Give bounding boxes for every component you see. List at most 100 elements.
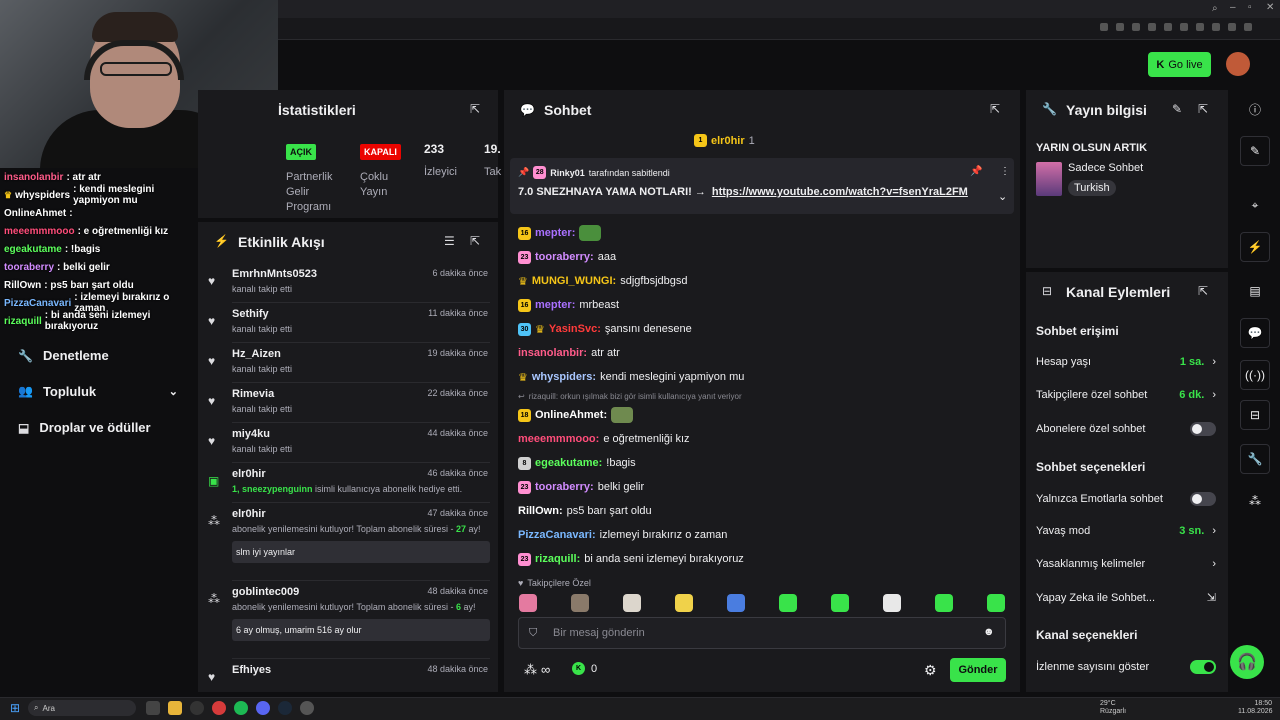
chat-message[interactable]: PizzaCanavari: izlemeyi bırakırız o zaman: [518, 526, 727, 544]
emote-button[interactable]: [571, 594, 589, 612]
info-icon[interactable]: ⓘ: [1240, 94, 1270, 124]
chat-message[interactable]: 18 OnlineAhmet:: [518, 406, 637, 424]
popout-icon[interactable]: ⇱: [1198, 102, 1208, 116]
layout-icon[interactable]: ⊟: [1240, 400, 1270, 430]
emote-button[interactable]: [779, 594, 797, 612]
chat-message[interactable]: RillOwn: ps5 barı şart oldu: [518, 502, 652, 520]
chat-message[interactable]: 23 rizaquill: bi anda seni izlemeyi bırakı…: [518, 550, 744, 568]
chat-message[interactable]: meeemmmooo: e oğretmenliği kız: [518, 430, 690, 448]
emote-button[interactable]: [675, 594, 693, 612]
opera-icon[interactable]: [212, 701, 226, 715]
setting-row[interactable]: Takipçilere özel sohbet 6 dk. ›: [1036, 389, 1216, 401]
setting-row[interactable]: Yapay Zeka ile Sohbet... ⇲: [1036, 591, 1216, 605]
weather-widget[interactable]: 29°C Rüzgarlı: [1100, 700, 1126, 716]
chat-username[interactable]: rizaquill:: [535, 553, 580, 565]
chat-message[interactable]: ♛ whyspiders: kendi meslegini yapmiyon mu: [518, 368, 744, 386]
emoji-icon[interactable]: ☻: [983, 626, 995, 638]
steam-icon[interactable]: [278, 701, 292, 715]
close-icon[interactable]: ✕: [1266, 2, 1274, 13]
chat-username[interactable]: mepter:: [535, 227, 575, 239]
spotify-icon[interactable]: [234, 701, 248, 715]
emote-button[interactable]: [935, 594, 953, 612]
emote-button[interactable]: [727, 594, 745, 612]
emote-button[interactable]: [831, 594, 849, 612]
settings-icon[interactable]: ⚙: [924, 662, 937, 679]
chat-username[interactable]: OnlineAhmet:: [535, 409, 607, 421]
toggle-switch[interactable]: [1190, 422, 1216, 436]
chat-message[interactable]: 23 tooraberry: aaa: [518, 248, 616, 266]
toggle-switch[interactable]: [1190, 492, 1216, 506]
chat-message[interactable]: 16 mepter: mrbeast: [518, 296, 619, 314]
popout-icon[interactable]: ⇱: [1198, 284, 1208, 298]
chat-username[interactable]: PizzaCanavari:: [518, 529, 596, 541]
category-name[interactable]: Sadece Sohbet: [1068, 162, 1143, 174]
setting-row[interactable]: Yavaş mod 3 sn. ›: [1036, 525, 1216, 537]
chat-username[interactable]: tooraberry:: [535, 481, 594, 493]
bolt-icon[interactable]: ⚡: [1240, 232, 1270, 262]
filter-icon[interactable]: ☰: [444, 234, 455, 248]
obs-icon[interactable]: [190, 701, 204, 715]
go-live-button[interactable]: K Go live: [1148, 52, 1211, 77]
help-headset-icon[interactable]: 🎧: [1230, 645, 1264, 679]
discord-icon[interactable]: [256, 701, 270, 715]
popout-icon[interactable]: ⇱: [470, 234, 480, 248]
chat-username[interactable]: insanolanbir:: [518, 347, 587, 359]
chat-username[interactable]: MUNGI_WUNGI:: [532, 275, 616, 287]
setting-row[interactable]: Abonelere özel sohbet: [1036, 422, 1216, 436]
app-icon[interactable]: [300, 701, 314, 715]
points-icon[interactable]: ⁂: [1240, 486, 1270, 516]
emote-button[interactable]: [987, 594, 1005, 612]
setting-row[interactable]: İzlenme sayısını göster: [1036, 660, 1216, 674]
sidebar-item-topluluk[interactable]: 👥 Topluluk ⌄: [18, 384, 178, 399]
edit-icon[interactable]: ✎: [1172, 102, 1182, 116]
chat-bubble-icon[interactable]: 💬: [1240, 318, 1270, 348]
chat-message[interactable]: 16 mepter:: [518, 224, 605, 242]
maximize-icon[interactable]: ▫: [1248, 2, 1252, 13]
document-icon[interactable]: ▤: [1240, 276, 1270, 306]
chat-input[interactable]: ⛉ Bir mesaj gönderin ☻: [518, 617, 1006, 649]
setting-row[interactable]: Yalnızca Emotlarla sohbet: [1036, 492, 1216, 506]
emote-button[interactable]: [883, 594, 901, 612]
chat-username[interactable]: YasinSvc:: [549, 323, 601, 335]
emote-button[interactable]: [623, 594, 641, 612]
sidebar-item-droplar[interactable]: ⬓ Droplar ve ödüller: [18, 420, 151, 435]
pinned-link[interactable]: https://www.youtube.com/watch?v=fsenYraL…: [712, 186, 968, 198]
toggle-switch[interactable]: [1190, 660, 1216, 674]
unpin-icon[interactable]: 📌: [970, 166, 982, 177]
edit-icon[interactable]: ✎: [1240, 136, 1270, 166]
chat-username[interactable]: meeemmmooo:: [518, 433, 599, 445]
popout-icon[interactable]: ⇱: [470, 102, 480, 116]
chat-message[interactable]: ♛ MUNGI_WUNGI: sdjgfbsjdbgsd: [518, 272, 688, 290]
user-avatar[interactable]: [1226, 52, 1250, 76]
wrench-icon[interactable]: 🔧: [1240, 444, 1270, 474]
emote-button[interactable]: [519, 594, 537, 612]
minimize-icon[interactable]: –: [1230, 2, 1236, 13]
chat-username[interactable]: mepter:: [535, 299, 575, 311]
kick-points[interactable]: K 0: [572, 662, 597, 675]
send-button[interactable]: Gönder: [950, 658, 1006, 682]
popout-icon[interactable]: ⇱: [990, 102, 1000, 116]
clock[interactable]: 18:50 11.08.2026: [1238, 700, 1273, 716]
chevron-down-icon[interactable]: ⌄: [998, 190, 1007, 203]
taskbar-search[interactable]: ⌕ Ara: [28, 700, 136, 716]
chat-username[interactable]: tooraberry:: [535, 251, 594, 263]
broadcast-icon[interactable]: ((·)): [1240, 360, 1270, 390]
pinned-message[interactable]: 📌 28 Rinky01 tarafından sabitlendi 7.0 S…: [510, 158, 1014, 214]
more-icon[interactable]: ⋮: [1000, 166, 1010, 177]
search-icon[interactable]: ⌕: [1212, 3, 1218, 14]
chat-username[interactable]: RillOwn:: [518, 505, 563, 517]
task-view-icon[interactable]: [146, 701, 160, 715]
file-explorer-icon[interactable]: [168, 701, 182, 715]
channel-points[interactable]: ⁂ ∞: [524, 662, 550, 678]
setting-row[interactable]: Yasaklanmış kelimeler ›: [1036, 558, 1216, 570]
chat-username[interactable]: egeakutame:: [535, 457, 602, 469]
sidebar-item-denetleme[interactable]: 🔧 Denetleme: [18, 348, 109, 363]
chat-message[interactable]: 30 ♛ YasinSvc: şansını denesene: [518, 320, 692, 338]
setting-row[interactable]: Hesap yaşı 1 sa. ›: [1036, 356, 1216, 368]
chat-username[interactable]: whyspiders:: [532, 371, 596, 383]
browser-extension-icons[interactable]: [1100, 23, 1270, 35]
windows-start-icon[interactable]: ⊞: [10, 701, 20, 715]
chat-message[interactable]: 8 egeakutame: !bagis: [518, 454, 636, 472]
chat-message[interactable]: 23 tooraberry: belki gelir: [518, 478, 644, 496]
scan-icon[interactable]: ⌖: [1240, 190, 1270, 220]
